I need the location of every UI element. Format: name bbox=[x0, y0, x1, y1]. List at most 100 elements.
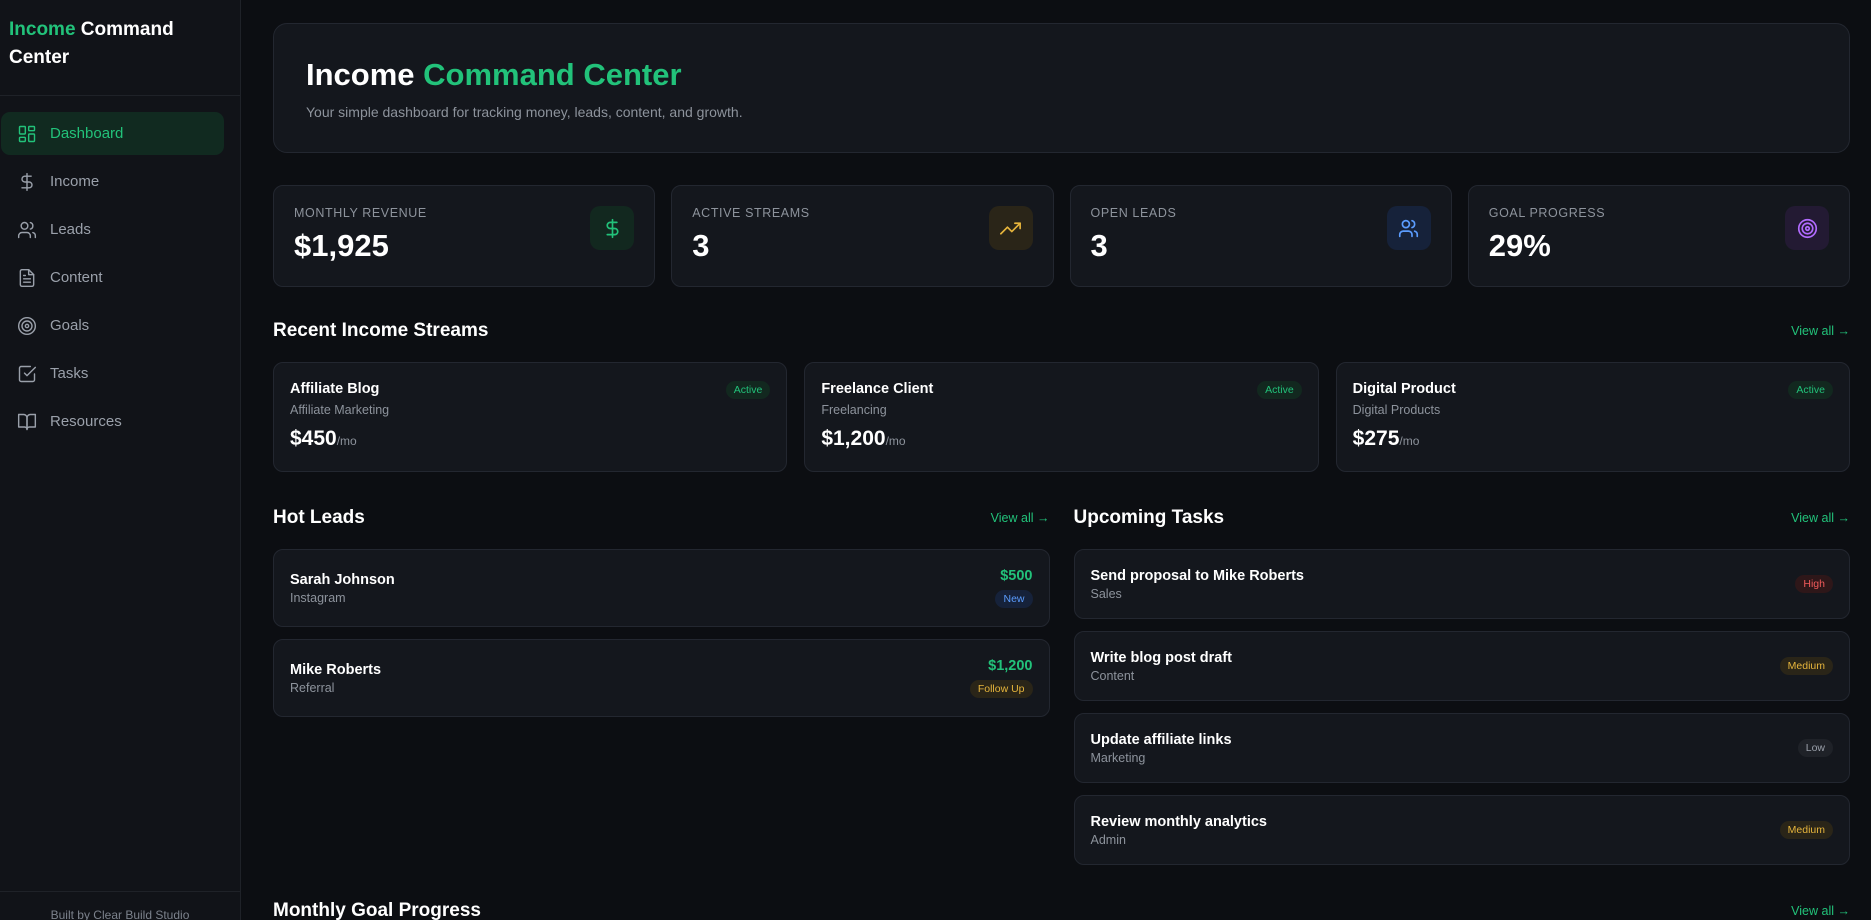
lead-source: Referral bbox=[290, 680, 335, 695]
stat-value: $1,925 bbox=[294, 228, 389, 263]
task-name: Update affiliate links bbox=[1090, 731, 1232, 748]
stream-category: Freelancing bbox=[821, 403, 887, 417]
sidebar-item-label: Tasks bbox=[50, 365, 89, 382]
stat-value: 29% bbox=[1488, 228, 1551, 263]
status-badge: Active bbox=[1788, 381, 1833, 399]
priority-badge: Low bbox=[1797, 739, 1833, 757]
main-content: Income Command Center Your simple dashbo… bbox=[273, 23, 1850, 865]
tasks-view-all-link[interactable]: View all → bbox=[1791, 511, 1850, 525]
status-badge: New bbox=[995, 590, 1033, 608]
priority-badge: Medium bbox=[1779, 657, 1833, 675]
leads-view-all-link[interactable]: View all → bbox=[991, 511, 1050, 525]
sidebar-item-goals[interactable]: Goals bbox=[1, 304, 224, 347]
stat-value: 3 bbox=[692, 228, 710, 263]
sidebar-nav: Dashboard Income Leads Content Goals Tasks Res… bbox=[0, 96, 240, 443]
status-badge: Active bbox=[1257, 381, 1302, 399]
lead-amount: $500 bbox=[1000, 568, 1033, 584]
users-icon bbox=[1386, 206, 1431, 250]
stream-amount: $275/mo bbox=[1352, 427, 1420, 450]
sidebar-item-dashboard[interactable]: Dashboard bbox=[1, 112, 224, 155]
priority-badge: High bbox=[1795, 575, 1833, 593]
book-icon bbox=[17, 412, 37, 432]
stream-category: Digital Products bbox=[1352, 403, 1441, 417]
stats-row: MONTHLY REVENUE $1,925 ACTIVE STREAMS 3 OPEN… bbox=[273, 185, 1850, 287]
lead-row[interactable]: Sarah Johnson Instagram $500 New bbox=[273, 549, 1050, 627]
sidebar-item-label: Dashboard bbox=[50, 125, 124, 142]
sidebar-footer: Built by Clear Build Studio bbox=[0, 891, 240, 920]
hero-banner: Income Command Center Your simple dashbo… bbox=[273, 23, 1850, 153]
two-column-section: Hot Leads View all → Sarah Johnson Instag… bbox=[273, 506, 1850, 865]
income-stream-card[interactable]: Digital Product Digital Products $275/mo Ac… bbox=[1335, 362, 1850, 472]
income-stream-card[interactable]: Affiliate Blog Affiliate Marketing $450/mo… bbox=[273, 362, 788, 472]
status-badge: Follow Up bbox=[969, 680, 1033, 698]
stat-label: GOAL PROGRESS bbox=[1488, 206, 1606, 220]
brand-logo[interactable]: Income Command Center bbox=[0, 0, 240, 96]
sidebar-item-tasks[interactable]: Tasks bbox=[1, 352, 224, 395]
stat-label: MONTHLY REVENUE bbox=[294, 206, 427, 220]
task-category: Admin bbox=[1090, 832, 1126, 847]
dollar-icon bbox=[590, 206, 635, 250]
tasks-title: Upcoming Tasks bbox=[1073, 507, 1225, 528]
dashboard-icon bbox=[17, 124, 37, 144]
sidebar-item-label: Leads bbox=[50, 221, 91, 238]
stat-card: ACTIVE STREAMS 3 bbox=[671, 185, 1054, 287]
stat-card: GOAL PROGRESS 29% bbox=[1467, 185, 1850, 287]
income-stream-card[interactable]: Freelance Client Freelancing $1,200/mo Acti… bbox=[804, 362, 1319, 472]
streams-title: Recent Income Streams bbox=[273, 320, 489, 341]
task-row[interactable]: Update affiliate links Marketing Low bbox=[1073, 713, 1850, 783]
document-icon bbox=[17, 268, 37, 288]
stream-name: Digital Product bbox=[1352, 381, 1456, 397]
sidebar-item-leads[interactable]: Leads bbox=[1, 208, 224, 251]
lead-row[interactable]: Mike Roberts Referral $1,200 Follow Up bbox=[273, 639, 1050, 717]
status-badge: Active bbox=[725, 381, 771, 399]
dollar-icon bbox=[17, 172, 37, 192]
brand-accent: Income bbox=[9, 19, 76, 40]
checkbox-icon bbox=[17, 364, 37, 384]
stream-name: Freelance Client bbox=[821, 381, 934, 397]
sidebar-item-resources[interactable]: Resources bbox=[1, 400, 224, 443]
trending-up-icon bbox=[988, 206, 1033, 250]
lead-source: Instagram bbox=[290, 590, 346, 605]
leads-header: Hot Leads View all → bbox=[273, 506, 1050, 530]
stream-amount: $1,200/mo bbox=[821, 427, 906, 450]
goal-view-all-link[interactable]: View all → bbox=[1791, 904, 1850, 918]
stat-card: OPEN LEADS 3 bbox=[1069, 185, 1452, 287]
task-category: Sales bbox=[1090, 586, 1122, 601]
goal-header: Monthly Goal Progress View all → bbox=[273, 899, 1850, 920]
stat-label: ACTIVE STREAMS bbox=[692, 206, 810, 220]
sidebar-item-content[interactable]: Content bbox=[1, 256, 224, 299]
target-icon bbox=[1785, 206, 1829, 250]
task-row[interactable]: Write blog post draft Content Medium bbox=[1073, 631, 1850, 701]
task-row[interactable]: Review monthly analytics Admin Medium bbox=[1073, 795, 1850, 865]
task-name: Send proposal to Mike Roberts bbox=[1090, 567, 1305, 584]
tasks-column: Upcoming Tasks View all → Send proposal … bbox=[1073, 506, 1851, 865]
sidebar-item-label: Content bbox=[50, 269, 103, 286]
users-icon bbox=[17, 220, 37, 240]
task-name: Write blog post draft bbox=[1090, 649, 1233, 666]
stream-category: Affiliate Marketing bbox=[290, 403, 390, 417]
sidebar-item-income[interactable]: Income bbox=[1, 160, 224, 203]
lead-amount: $1,200 bbox=[988, 658, 1033, 674]
leads-list: Sarah Johnson Instagram $500 New Mike Robert… bbox=[273, 549, 1050, 717]
task-category: Content bbox=[1090, 668, 1135, 683]
tasks-header: Upcoming Tasks View all → bbox=[1074, 506, 1851, 530]
page-title: Income Command Center bbox=[306, 57, 682, 92]
streams-list: Affiliate Blog Affiliate Marketing $450/mo… bbox=[273, 362, 1850, 472]
stream-amount: $450/mo bbox=[290, 427, 357, 450]
target-icon bbox=[17, 316, 37, 336]
sidebar-item-label: Income bbox=[50, 173, 100, 190]
task-category: Marketing bbox=[1090, 750, 1146, 765]
sidebar-item-label: Resources bbox=[50, 413, 122, 430]
sidebar-item-label: Goals bbox=[50, 317, 90, 334]
task-name: Review monthly analytics bbox=[1090, 813, 1267, 830]
stat-label: OPEN LEADS bbox=[1090, 206, 1177, 220]
stream-name: Affiliate Blog bbox=[290, 381, 380, 397]
priority-badge: Medium bbox=[1779, 821, 1833, 839]
task-row[interactable]: Send proposal to Mike Roberts Sales High bbox=[1073, 549, 1850, 619]
streams-view-all-link[interactable]: View all → bbox=[1791, 324, 1850, 338]
hot-leads-column: Hot Leads View all → Sarah Johnson Instag… bbox=[273, 506, 1050, 865]
page-subtitle: Your simple dashboard for tracking money… bbox=[306, 104, 743, 120]
tasks-list: Send proposal to Mike Roberts Sales High Wr… bbox=[1073, 549, 1850, 865]
streams-header: Recent Income Streams View all → bbox=[273, 319, 1850, 343]
stat-value: 3 bbox=[1090, 228, 1108, 263]
